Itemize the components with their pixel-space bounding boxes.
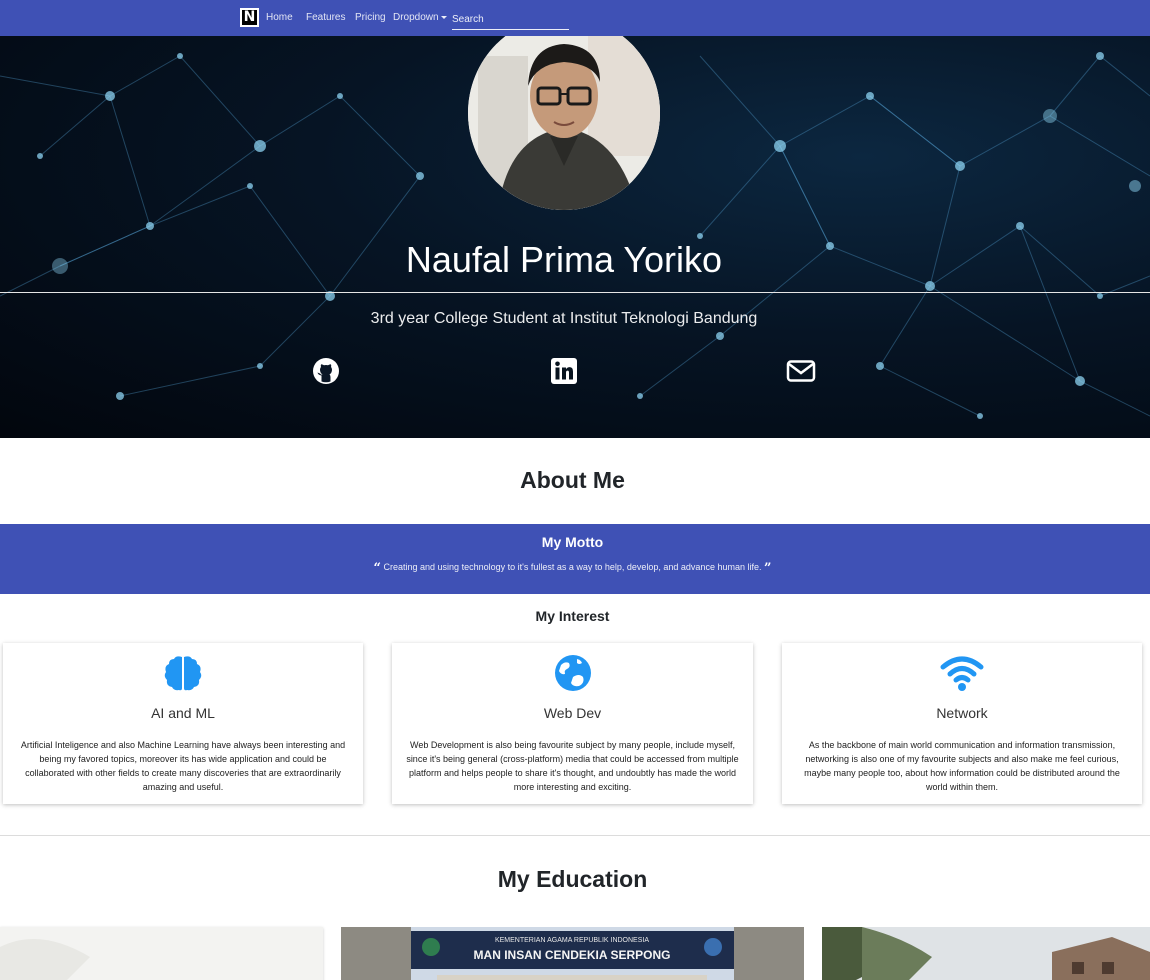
motto-text: Creating and using technology to it's fu… xyxy=(383,562,762,572)
brand-letter: N xyxy=(242,9,257,25)
quote-right-icon: ” xyxy=(764,561,772,576)
motto-title: My Motto xyxy=(541,534,604,550)
globe-icon xyxy=(554,655,591,691)
nav-link-home[interactable]: Home xyxy=(266,12,293,23)
section-divider xyxy=(0,835,1150,836)
motto-quote: “ Creating and using technology to it's … xyxy=(0,561,1145,576)
education-title: My Education xyxy=(497,866,648,892)
brand-logo[interactable]: N xyxy=(240,8,259,27)
hero-subtitle: 3rd year College Student at Institut Tek… xyxy=(370,310,758,327)
interest-card-network: Network As the backbone of main world co… xyxy=(782,643,1142,804)
wifi-icon xyxy=(940,656,984,691)
education-image-3[interactable] xyxy=(822,927,1150,980)
caret-down-icon xyxy=(440,15,447,19)
interest-card-ai: AI and ML Artificial Inteligence and als… xyxy=(3,643,363,804)
interest-title-network: Network xyxy=(936,705,988,721)
interest-desc-network: As the backbone of main world communicat… xyxy=(804,740,1120,792)
nav-link-pricing[interactable]: Pricing xyxy=(355,12,386,23)
interest-title-ai: AI and ML xyxy=(151,705,215,721)
about-title: About Me xyxy=(520,467,625,493)
nav-dropdown-label: Dropdown xyxy=(393,12,439,23)
linkedin-icon[interactable] xyxy=(549,356,579,386)
campus-photo-2: KEMENTERIAN AGAMA REPUBLIK INDONESIA MAN… xyxy=(341,927,804,980)
education-image-1[interactable] xyxy=(0,927,323,980)
brain-icon xyxy=(164,656,202,691)
interest-title-web: Web Dev xyxy=(543,705,602,721)
campus-photo-3 xyxy=(822,927,1150,980)
education-image-2[interactable]: KEMENTERIAN AGAMA REPUBLIK INDONESIA MAN… xyxy=(341,927,804,980)
interest-desc-ai: Artificial Inteligence and also Machine … xyxy=(20,740,346,792)
navbar: N Home Features Pricing Dropdown xyxy=(0,0,1150,36)
envelope-icon[interactable] xyxy=(786,356,816,386)
github-icon[interactable] xyxy=(311,356,341,386)
gate-sign-line2: MAN INSAN CENDEKIA SERPONG xyxy=(474,948,671,962)
interest-card-web: Web Dev Web Development is also being fa… xyxy=(392,643,753,804)
interest-desc-web: Web Development is also being favourite … xyxy=(406,740,739,792)
search-input[interactable] xyxy=(452,9,569,30)
quote-left-icon: “ xyxy=(373,561,381,576)
hero-name: Naufal Prima Yoriko xyxy=(405,239,723,280)
nav-dropdown[interactable]: Dropdown xyxy=(393,12,447,23)
nav-link-features[interactable]: Features xyxy=(306,12,345,23)
motto-banner: My Motto “ Creating and using technology… xyxy=(0,524,1150,594)
gate-sign-line1: KEMENTERIAN AGAMA REPUBLIK INDONESIA xyxy=(495,937,649,944)
hero-banner: Naufal Prima Yoriko 3rd year College Stu… xyxy=(0,36,1150,438)
hero-divider xyxy=(0,292,1150,293)
interest-title: My Interest xyxy=(535,608,610,624)
campus-photo-1 xyxy=(0,927,323,980)
